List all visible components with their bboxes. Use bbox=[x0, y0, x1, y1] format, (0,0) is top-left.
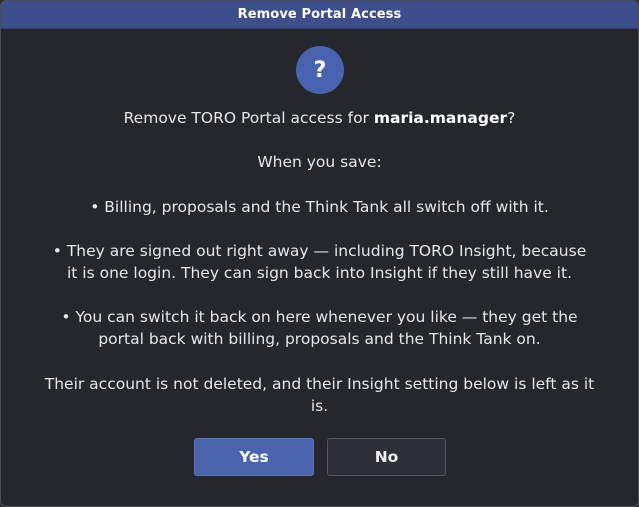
yes-button[interactable]: Yes bbox=[194, 438, 314, 476]
remove-portal-access-dialog: Remove Portal Access ? Remove TORO Porta… bbox=[0, 0, 639, 507]
dialog-title: Remove Portal Access bbox=[237, 7, 402, 22]
prompt-username: maria.manager bbox=[373, 109, 508, 127]
footer-note-line2: is. bbox=[310, 397, 329, 415]
dialog-titlebar: Remove Portal Access bbox=[1, 1, 638, 29]
bullet-signed-out-line2: it is one login. They can sign back into… bbox=[67, 264, 572, 282]
prompt-prefix: Remove TORO Portal access for bbox=[123, 109, 374, 127]
bullet-switch-back-line2: portal back with billing, proposals and … bbox=[98, 330, 541, 348]
bullet-switch-back-line1: • You can switch it back on here wheneve… bbox=[61, 308, 578, 326]
question-icon: ? bbox=[296, 46, 344, 94]
prompt-suffix: ? bbox=[507, 109, 516, 127]
bullet-signed-out-line1: • They are signed out right away — inclu… bbox=[52, 242, 587, 260]
bullet-billing: • Billing, proposals and the Think Tank … bbox=[90, 198, 549, 216]
footer-note-line1: Their account is not deleted, and their … bbox=[44, 375, 595, 393]
prompt-message: Remove TORO Portal access for maria.mana… bbox=[21, 107, 618, 129]
no-button[interactable]: No bbox=[327, 438, 446, 476]
when-save-heading: When you save: bbox=[257, 153, 382, 171]
